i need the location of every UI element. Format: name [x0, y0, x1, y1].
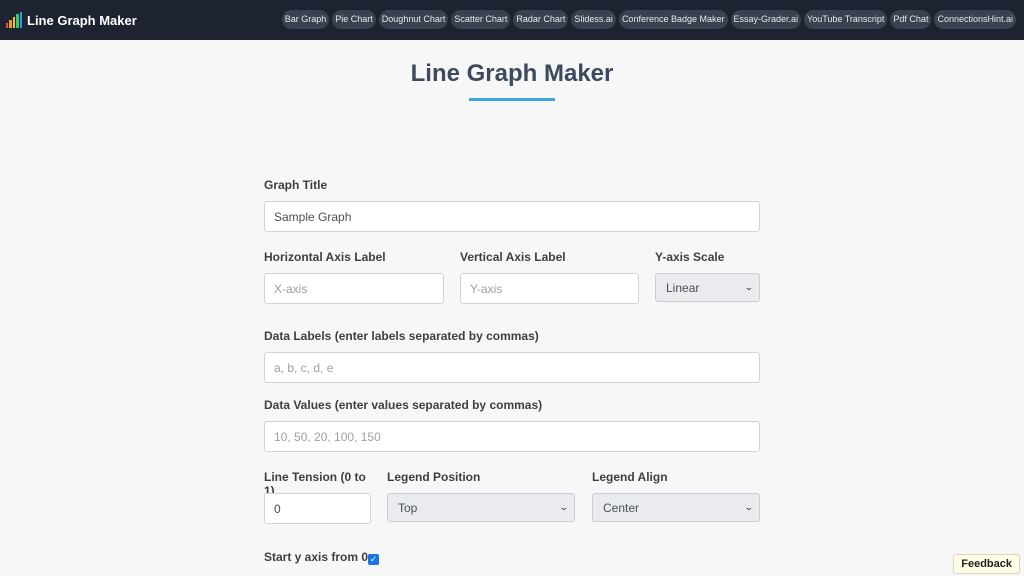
top-navbar: Line Graph Maker Bar Graph Pie Chart Dou…: [0, 0, 1024, 40]
start-y-zero-checkbox[interactable]: ✓: [368, 554, 379, 565]
nav-link-scatter-chart[interactable]: Scatter Chart: [451, 10, 511, 29]
data-values-label-group: Data Values (enter values separated by c…: [264, 398, 760, 412]
nav-link-radar-chart[interactable]: Radar Chart: [513, 10, 569, 29]
y-scale-label: Y-axis Scale: [655, 250, 725, 264]
feedback-button[interactable]: Feedback: [953, 554, 1020, 574]
nav-link-bar-graph[interactable]: Bar Graph: [281, 10, 330, 29]
y-scale-value: Linear: [666, 280, 700, 295]
line-tension-input[interactable]: 0: [264, 493, 371, 524]
graph-title-label: Graph Title: [264, 178, 328, 192]
nav-link-slidess[interactable]: Slidess.ai: [571, 10, 616, 29]
graph-title-group-input: Sample Graph: [264, 201, 760, 232]
horizontal-axis-input[interactable]: X-axis: [264, 273, 444, 304]
legend-position-select-wrap: Top ⌄: [387, 493, 575, 522]
title-underline: [469, 98, 555, 101]
nav-link-conference-badge-maker[interactable]: Conference Badge Maker: [618, 10, 728, 29]
data-labels-label: Data Labels (enter labels separated by c…: [264, 329, 539, 343]
chevron-down-icon: ⌄: [744, 282, 755, 292]
nav-link-youtube-transcript[interactable]: YouTube Transcript: [804, 10, 888, 29]
data-labels-input-wrap: a, b, c, d, e: [264, 352, 760, 383]
chevron-down-icon: ⌄: [559, 502, 570, 512]
vertical-axis-input[interactable]: Y-axis: [460, 273, 639, 304]
nav-link-pdf-chat[interactable]: Pdf Chat: [890, 10, 932, 29]
vertical-axis-input-wrap: Y-axis: [460, 273, 639, 304]
data-values-label: Data Values (enter values separated by c…: [264, 398, 543, 412]
legend-align-label: Legend Align: [592, 470, 668, 484]
data-values-input[interactable]: 10, 50, 20, 100, 150: [264, 421, 760, 452]
legend-align-select[interactable]: Center ⌄: [592, 493, 760, 522]
nav-link-connectionshint[interactable]: ConnectionsHint.ai: [934, 10, 1016, 29]
horizontal-axis-input-wrap: X-axis: [264, 273, 444, 304]
vertical-axis-label: Vertical Axis Label: [460, 250, 566, 264]
legend-position-select[interactable]: Top ⌄: [387, 493, 575, 522]
data-labels-label-group: Data Labels (enter labels separated by c…: [264, 329, 760, 343]
vertical-axis-label-group: Vertical Axis Label: [460, 250, 639, 264]
brand-name: Line Graph Maker: [27, 12, 137, 28]
brand[interactable]: Line Graph Maker: [6, 12, 137, 28]
y-scale-select-wrap: Linear ⌄: [655, 273, 760, 302]
horizontal-axis-label: Horizontal Axis Label: [264, 250, 386, 264]
legend-align-select-wrap: Center ⌄: [592, 493, 760, 522]
graph-title-input[interactable]: Sample Graph: [264, 201, 760, 232]
legend-align-value: Center: [603, 500, 640, 515]
horizontal-axis-label-group: Horizontal Axis Label: [264, 250, 444, 264]
page-title: Line Graph Maker: [410, 60, 614, 87]
legend-position-label: Legend Position: [387, 470, 481, 484]
line-tension-input-wrap: 0: [264, 493, 371, 524]
nav-link-doughnut-chart[interactable]: Doughnut Chart: [378, 10, 449, 29]
y-scale-select[interactable]: Linear ⌄: [655, 273, 760, 302]
legend-align-label-group: Legend Align: [592, 470, 760, 484]
y-scale-label-group: Y-axis Scale: [655, 250, 760, 264]
start-y-zero-group: Start y axis from 0: [264, 550, 464, 564]
graph-title-group: Graph Title: [264, 178, 760, 192]
data-values-input-wrap: 10, 50, 20, 100, 150: [264, 421, 760, 452]
legend-position-label-group: Legend Position: [387, 470, 575, 484]
nav-link-pie-chart[interactable]: Pie Chart: [332, 10, 376, 29]
bar-chart-logo-icon: [6, 12, 23, 28]
nav-link-essay-grader[interactable]: Essay-Grader.ai: [730, 10, 802, 29]
data-labels-input[interactable]: a, b, c, d, e: [264, 352, 760, 383]
chevron-down-icon: ⌄: [744, 502, 755, 512]
legend-position-value: Top: [398, 500, 418, 515]
nav-links: Bar Graph Pie Chart Doughnut Chart Scatt…: [281, 10, 1016, 29]
start-y-zero-label: Start y axis from 0: [264, 550, 369, 564]
